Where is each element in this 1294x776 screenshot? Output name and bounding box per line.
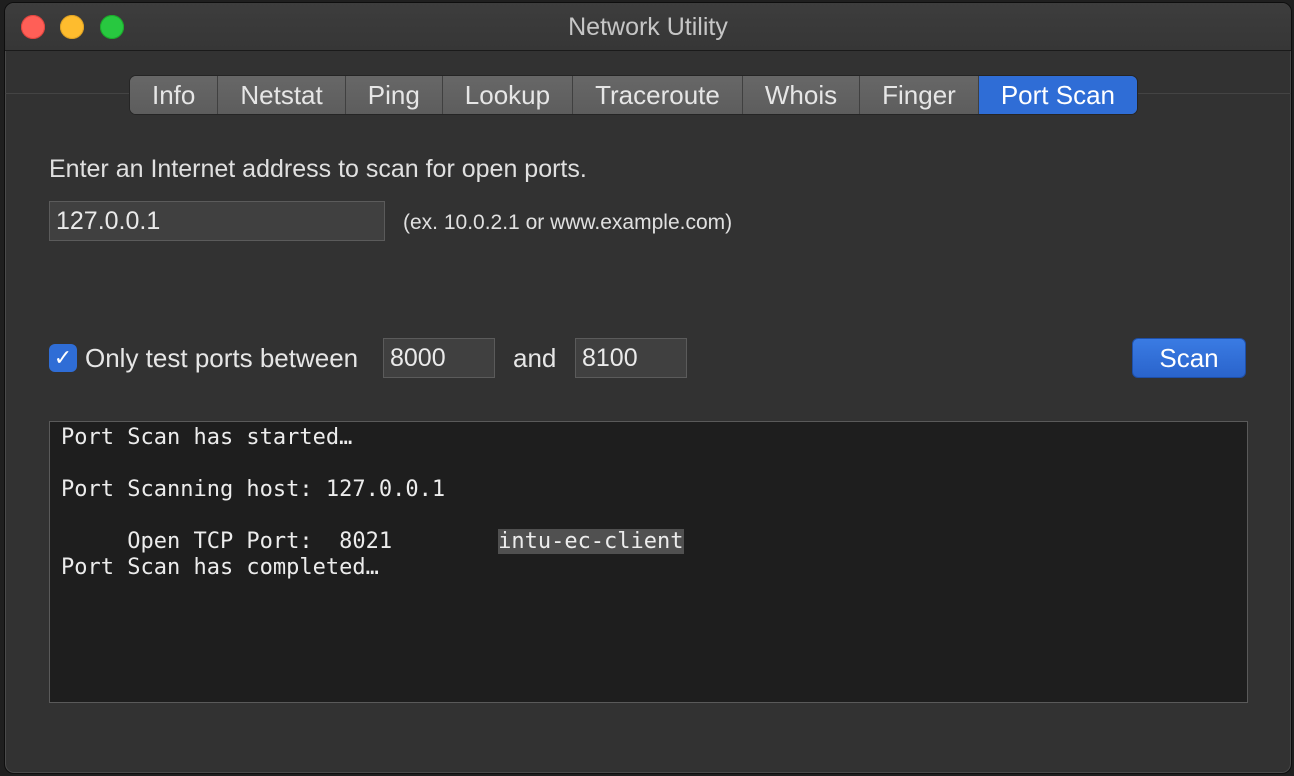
tab-info[interactable]: Info — [130, 76, 219, 114]
tab-traceroute[interactable]: Traceroute — [573, 76, 743, 114]
window-title: Network Utility — [568, 13, 728, 41]
tab-bar: Info Netstat Ping Lookup Traceroute Whoi… — [129, 75, 1138, 115]
title-bar[interactable]: Network Utility — [5, 3, 1291, 51]
and-label: and — [513, 343, 557, 373]
end-port-field[interactable] — [575, 338, 687, 378]
only-test-ports-label[interactable]: Only test ports between — [85, 343, 358, 374]
address-hint: (ex. 10.0.2.1 or www.example.com) — [403, 211, 733, 234]
scan-output[interactable]: Port Scan has started… Port Scanning hos… — [49, 421, 1248, 703]
output-blank-line — [61, 451, 1236, 477]
tab-port-scan[interactable]: Port Scan — [978, 76, 1137, 114]
scan-prompt: Enter an Internet address to scan for op… — [49, 155, 587, 183]
output-open-port-line: Open TCP Port: 8021 intu-ec-client — [61, 529, 1236, 555]
address-input[interactable] — [49, 201, 385, 241]
output-completed-line: Port Scan has completed… — [61, 555, 379, 580]
tab-ping[interactable]: Ping — [345, 76, 443, 114]
only-test-ports-checkbox[interactable]: ✓ — [49, 344, 77, 372]
tab-whois[interactable]: Whois — [742, 76, 861, 114]
tab-finger[interactable]: Finger — [860, 76, 979, 114]
output-host-line: Port Scanning host: 127.0.0.1 — [61, 477, 446, 502]
start-port-field[interactable] — [383, 338, 495, 378]
tab-netstat[interactable]: Netstat — [218, 76, 346, 114]
scan-button[interactable]: Scan — [1132, 338, 1246, 378]
service-name: intu-ec-client — [498, 529, 684, 554]
open-port-text: Open TCP Port: 8021 — [61, 529, 499, 554]
output-started-line: Port Scan has started… — [61, 425, 353, 450]
tab-lookup[interactable]: Lookup — [442, 76, 574, 114]
network-utility-window: Network Utility Info Netstat Ping Lookup… — [4, 2, 1292, 774]
output-blank-line — [61, 503, 1236, 529]
